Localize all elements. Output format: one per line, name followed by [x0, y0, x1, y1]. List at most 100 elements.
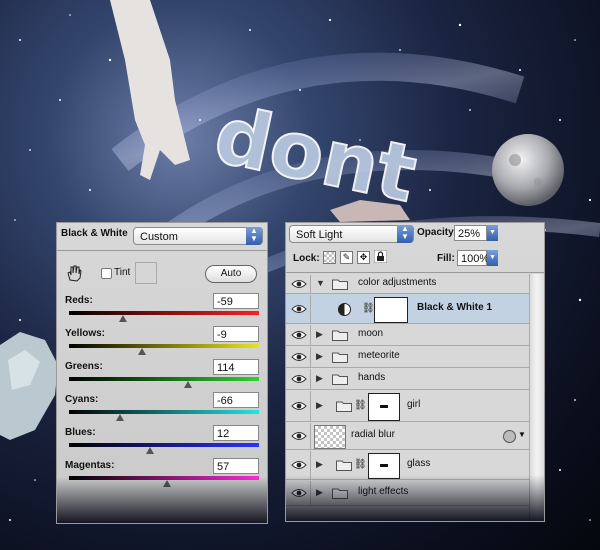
eye-icon[interactable] [288, 295, 311, 323]
eye-icon[interactable] [288, 275, 311, 293]
opacity-field[interactable]: 25% [454, 225, 487, 241]
slider-track[interactable] [69, 344, 259, 348]
slider-label: Cyans: [65, 394, 99, 405]
slider-track[interactable] [69, 377, 259, 381]
slider-value-field[interactable]: 57 [213, 458, 259, 474]
lock-label: Lock: [293, 253, 320, 264]
chevron-down-icon[interactable]: ▼ [518, 430, 526, 439]
folder-icon [336, 459, 352, 471]
folder-icon [332, 329, 348, 341]
smart-object-thumbnail[interactable] [314, 425, 346, 449]
layer-name: moon [358, 328, 384, 339]
layer-name: glass [407, 458, 431, 469]
eye-icon[interactable] [288, 391, 311, 421]
blend-mode-value: Soft Light [296, 229, 343, 241]
disclosure-closed-icon[interactable]: ▶ [316, 351, 323, 362]
eye-icon[interactable] [288, 481, 311, 505]
slider-value: -66 [217, 395, 233, 407]
slider-thumb[interactable] [118, 315, 127, 322]
slider-value: -9 [217, 329, 227, 341]
slider-value-field[interactable]: 12 [213, 425, 259, 441]
slider-value-field[interactable]: -59 [213, 293, 259, 309]
preset-value: Custom [140, 231, 178, 243]
chevron-updown-icon: ▲ ▼ [246, 227, 262, 245]
layer-row[interactable]: ▼ color adjustments [286, 274, 529, 294]
layer-mask-thumbnail[interactable] [368, 453, 400, 479]
slider-value-field[interactable]: -9 [213, 326, 259, 342]
slider-thumb[interactable] [145, 447, 154, 454]
folder-icon [332, 373, 348, 385]
fill-field[interactable]: 100% [457, 250, 489, 266]
tint-checkbox[interactable] [101, 268, 112, 279]
layer-row[interactable]: ▶ ⛓ glass [286, 450, 529, 480]
lock-icon[interactable] [374, 250, 387, 263]
layer-row[interactable]: ▶ light effects [286, 480, 529, 506]
layer-row[interactable]: ▶ hands [286, 368, 529, 390]
slider-label: Blues: [65, 427, 96, 438]
disclosure-closed-icon[interactable]: ▶ [316, 373, 323, 384]
layer-row[interactable]: ▶ ⛓ girl [286, 390, 529, 422]
folder-icon [336, 400, 352, 412]
layer-name: Black & White 1 [417, 302, 493, 313]
layer-mask-thumbnail[interactable] [368, 393, 400, 421]
layers-panel: Soft Light ▲ ▼ Opacity: 25% ▼ Lock: ✎ ✥ F… [285, 222, 545, 522]
slider-value-field[interactable]: -66 [213, 392, 259, 408]
layer-row[interactable]: ▶ moon [286, 324, 529, 346]
slider-track[interactable] [69, 311, 259, 315]
disclosure-closed-icon[interactable]: ▶ [316, 459, 323, 470]
layers-scrollbar[interactable] [529, 274, 544, 521]
chain-link-icon[interactable]: ⛓ [354, 459, 367, 470]
slider-track[interactable] [69, 443, 259, 447]
eye-icon[interactable] [288, 347, 311, 367]
slider-value: 12 [217, 428, 230, 440]
chain-link-icon[interactable]: ⛓ [362, 303, 375, 314]
folder-icon [332, 487, 348, 499]
slider-label: Yellows: [65, 328, 106, 339]
hand-tool-icon[interactable] [65, 264, 83, 282]
slider-thumb[interactable] [137, 348, 146, 355]
layer-row[interactable]: ▶ meteorite [286, 346, 529, 368]
slider-thumb[interactable] [184, 381, 193, 388]
chain-link-icon[interactable]: ⛓ [354, 400, 367, 411]
lock-brush-icon[interactable]: ✎ [340, 251, 353, 264]
panel-separator [57, 250, 267, 251]
slider-value: 57 [217, 461, 230, 473]
disclosure-closed-icon[interactable]: ▶ [316, 400, 323, 411]
slider-thumb[interactable] [115, 414, 124, 421]
slider-value-field[interactable]: 114 [213, 359, 259, 375]
eye-icon[interactable] [288, 325, 311, 345]
slider-label: Reds: [65, 295, 93, 306]
layer-name: radial blur [351, 429, 395, 440]
eye-icon[interactable] [288, 451, 311, 479]
auto-button[interactable]: Auto [205, 265, 257, 283]
layer-row[interactable]: ▼ radial blur [286, 422, 529, 450]
opacity-dropdown-button[interactable]: ▼ [487, 225, 498, 241]
smart-object-icon [503, 430, 516, 443]
folder-icon [332, 278, 348, 290]
layer-row[interactable]: ⛓ Black & White 1 [286, 294, 529, 324]
chevron-updown-icon: ▲ ▼ [397, 225, 413, 243]
adjustment-circle-icon [338, 303, 351, 316]
lock-move-icon[interactable]: ✥ [357, 251, 370, 264]
preset-select[interactable]: Custom ▲ ▼ [133, 227, 263, 245]
tint-color-swatch[interactable] [135, 262, 157, 284]
blend-mode-select[interactable]: Soft Light ▲ ▼ [289, 225, 414, 243]
layer-list: ▼ color adjustments ⛓ Black & White 1 ▶ moon ▶… [286, 274, 529, 521]
lock-transparency-icon[interactable] [323, 251, 336, 264]
eye-icon[interactable] [288, 369, 311, 389]
auto-button-label: Auto [220, 268, 242, 279]
slider-track[interactable] [69, 410, 259, 414]
disclosure-closed-icon[interactable]: ▶ [316, 329, 323, 340]
panel-separator [286, 272, 544, 273]
tint-label: Tint [114, 267, 131, 278]
slider-value: -59 [217, 296, 233, 308]
layer-name: girl [407, 399, 421, 410]
eye-icon[interactable] [288, 423, 311, 449]
slider-thumb[interactable] [162, 480, 171, 487]
layer-mask-thumbnail[interactable] [374, 297, 408, 323]
slider-value: 114 [217, 362, 235, 374]
panel-title: Black & White [61, 228, 128, 239]
disclosure-closed-icon[interactable]: ▶ [316, 487, 323, 498]
disclosure-open-icon[interactable]: ▼ [316, 278, 325, 288]
fill-dropdown-button[interactable]: ▼ [487, 250, 498, 266]
